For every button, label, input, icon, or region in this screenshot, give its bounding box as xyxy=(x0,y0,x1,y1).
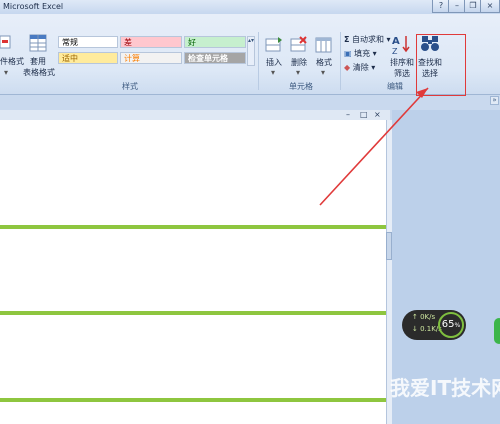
fill-down-icon: ▣ xyxy=(344,49,352,58)
style-normal[interactable]: 常规 xyxy=(58,36,118,48)
clear-label: 清除 xyxy=(352,63,369,72)
table-format-label-2[interactable]: 表格格式 xyxy=(20,67,58,78)
chevron-down-icon: ▾ xyxy=(271,68,276,77)
green-side-widget[interactable] xyxy=(494,318,500,344)
svg-text:Z: Z xyxy=(392,47,398,56)
svg-text:A: A xyxy=(392,36,400,47)
format-button[interactable]: 格式 xyxy=(312,57,336,68)
memory-percent-unit: % xyxy=(454,322,461,329)
table-format-icon[interactable] xyxy=(29,34,47,52)
chevron-down-icon: ▾ xyxy=(321,68,326,77)
conditional-format-button[interactable]: 件格式 xyxy=(0,56,24,67)
conditional-format-icon[interactable] xyxy=(0,34,12,56)
sort-filter-label-1[interactable]: 排序和 xyxy=(388,57,416,68)
table-format-label-1[interactable]: 套用 xyxy=(24,56,52,67)
style-check-cell[interactable]: 检查单元格 xyxy=(184,52,246,64)
fill-button[interactable]: ▣ 填充 ▾ xyxy=(344,48,377,59)
eraser-icon: ◆ xyxy=(344,63,351,72)
insert-button[interactable]: 插入 xyxy=(262,57,286,68)
title-bar: Microsoft Excel ? – ❐ × xyxy=(0,0,500,14)
delete-button[interactable]: 删除 xyxy=(287,57,311,68)
style-good[interactable]: 好 xyxy=(184,36,246,48)
upload-speed: ↑ 0K/s xyxy=(412,313,436,321)
annotation-arrow xyxy=(319,87,429,206)
style-neutral[interactable]: 适中 xyxy=(58,52,118,64)
autosum-label: 自动求和 xyxy=(352,35,385,44)
style-calculation[interactable]: 计算 xyxy=(120,52,182,64)
memory-percent-gauge: 65% xyxy=(438,312,464,338)
autosum-button[interactable]: Σ 自动求和 ▾ xyxy=(344,34,391,45)
group-separator xyxy=(258,32,259,90)
chevron-down-icon: ▾ xyxy=(296,68,301,77)
format-icon[interactable] xyxy=(315,36,333,54)
upload-speed-value: 0K/s xyxy=(420,313,436,321)
memory-percent: 65 xyxy=(441,319,455,330)
sort-filter-icon[interactable]: AZ xyxy=(392,32,412,56)
style-bad[interactable]: 差 xyxy=(120,36,182,48)
network-speed-widget[interactable]: ↑ 0K/s ↓ 0.1K/s 65% xyxy=(402,310,466,340)
close-icon[interactable]: × xyxy=(480,0,500,13)
styles-scroll[interactable]: ▴▾ xyxy=(247,36,255,66)
window-title: Microsoft Excel xyxy=(3,2,64,11)
clear-button[interactable]: ◆ 清除 ▾ xyxy=(344,62,375,73)
delete-icon[interactable] xyxy=(290,36,308,54)
green-row-line xyxy=(0,398,386,402)
ribbon-expand-icon[interactable]: » xyxy=(490,96,499,105)
green-row-line xyxy=(0,225,386,229)
green-row-line xyxy=(0,311,386,315)
watermark: 我爱IT技术网 xyxy=(390,376,500,400)
insert-icon[interactable] xyxy=(265,36,283,54)
chevron-down-icon: ▾ xyxy=(4,68,9,77)
sort-filter-label-2[interactable]: 筛选 xyxy=(388,68,416,79)
fill-label: 填充 xyxy=(354,49,371,58)
styles-group-label: 样式 xyxy=(122,82,138,91)
sigma-icon: Σ xyxy=(344,35,350,44)
